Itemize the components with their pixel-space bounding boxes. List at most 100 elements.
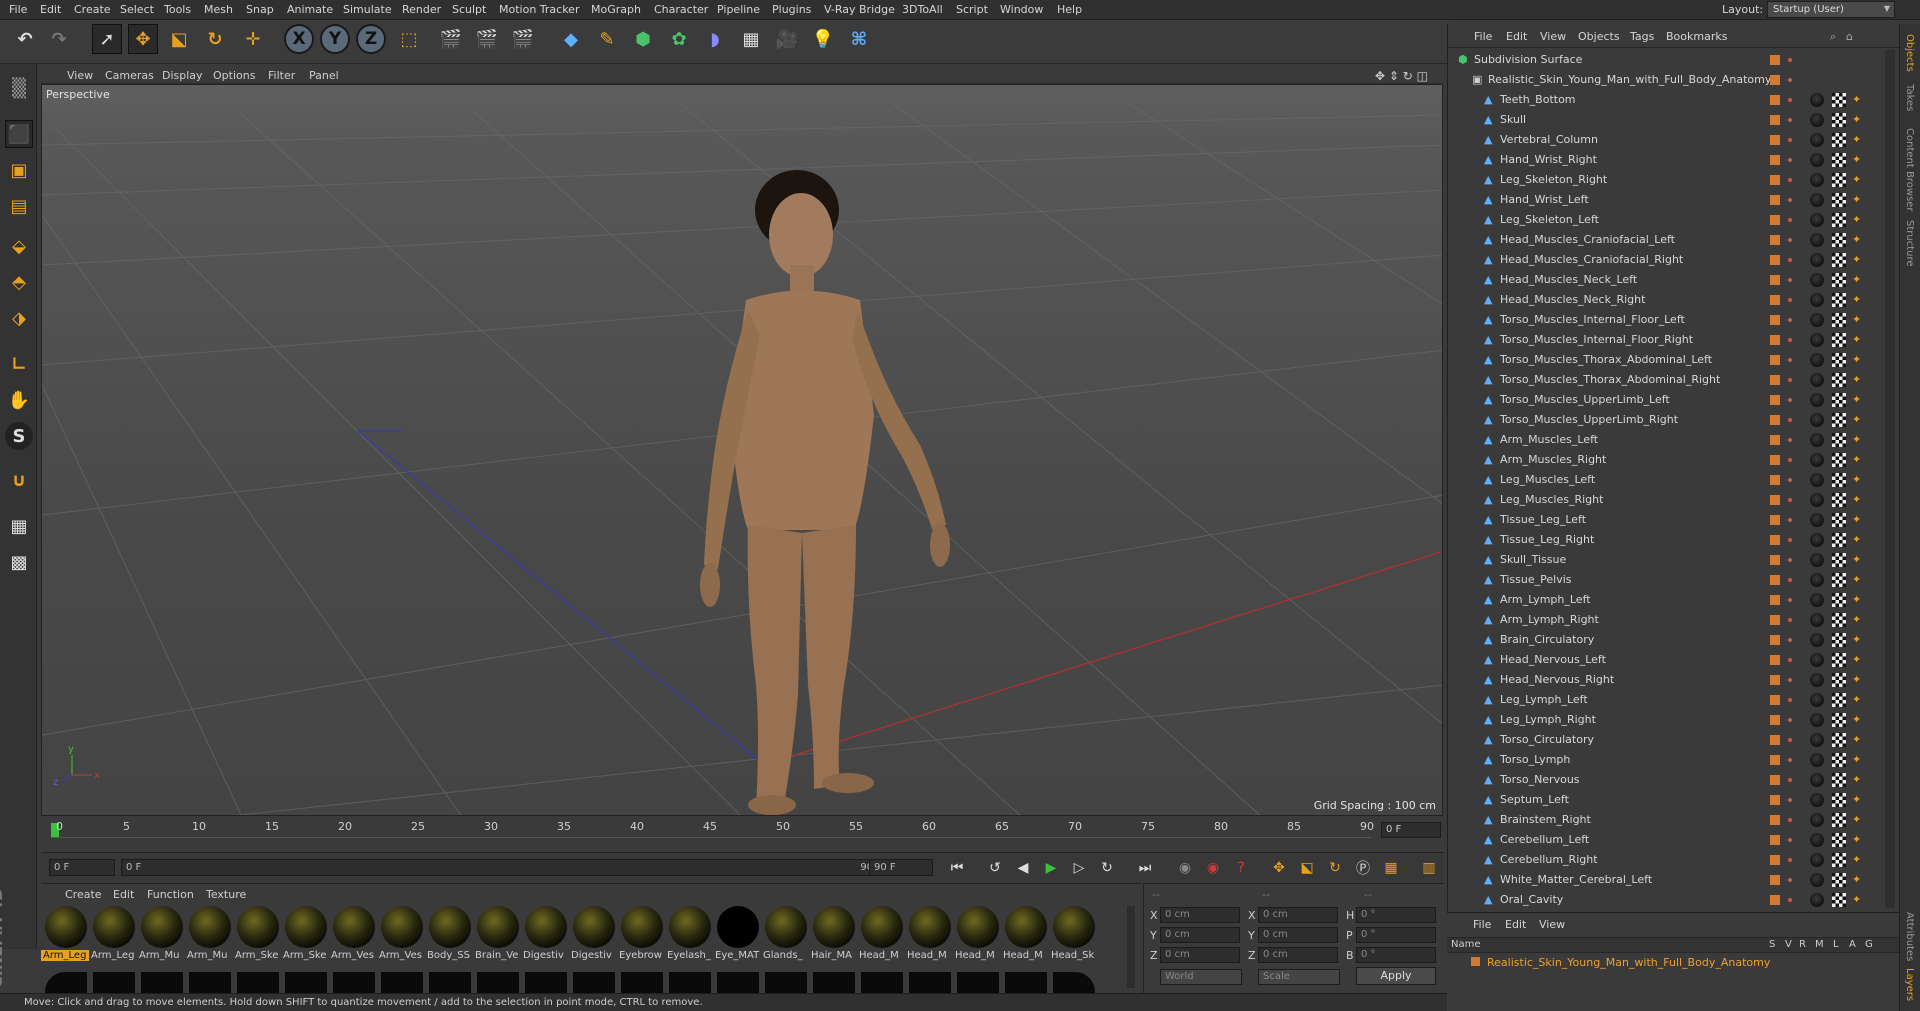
x-axis-lock-icon[interactable]: X [284,24,314,54]
tab-layers[interactable]: Layers [1904,968,1915,1001]
phong-tag-icon[interactable]: ✦ [1852,434,1864,446]
layout-select[interactable]: Startup (User) ▼ [1767,1,1895,18]
object-row[interactable]: ▲ Head_Muscles_Neck_Left ✦ [1448,270,1878,290]
layer-row[interactable]: Realistic_Skin_Young_Man_with_Full_Body_… [1447,954,1899,972]
search-icon[interactable]: ⌕ [1830,30,1836,44]
layer-color-icon[interactable] [1770,775,1780,785]
camera-icon[interactable]: 🎥 [772,24,802,54]
goto-end-icon[interactable]: ⏭ [1135,858,1155,878]
phong-tag-icon[interactable]: ✦ [1852,654,1864,666]
visibility-dot-icon[interactable] [1788,318,1792,322]
layer-color-icon[interactable] [1770,95,1780,105]
live-selection-icon[interactable]: ➚ [92,24,122,54]
object-row[interactable]: ▲ Torso_Muscles_Thorax_Abdominal_Right ✦ [1448,370,1878,390]
uvw-tag-icon[interactable] [1832,313,1846,327]
size-z-field[interactable]: 0 cm [1258,947,1338,963]
current-frame-field[interactable]: 0 F [1381,822,1441,838]
uvw-tag-icon[interactable] [1832,413,1846,427]
material-tag-icon[interactable] [1810,893,1824,907]
material-tag-icon[interactable] [1810,773,1824,787]
object-row[interactable]: ▲ Arm_Muscles_Left ✦ [1448,430,1878,450]
material-tag-icon[interactable] [1810,213,1824,227]
layer-color-icon[interactable] [1770,895,1780,905]
material-tag-icon[interactable] [1810,193,1824,207]
menu-tools[interactable]: Tools [164,3,191,16]
object-row[interactable]: ▲ Head_Muscles_Craniofacial_Left ✦ [1448,230,1878,250]
play-icon[interactable]: ▶ [1041,858,1061,878]
object-row[interactable]: ▲ Vertebral_Column ✦ [1448,130,1878,150]
visibility-dot-icon[interactable] [1788,458,1792,462]
layer-color-icon[interactable] [1770,455,1780,465]
layer-color-icon[interactable] [1770,215,1780,225]
viewport-nav-icons[interactable]: ✥ ⇕ ↻ ◫ [1375,69,1428,83]
phong-tag-icon[interactable]: ✦ [1852,714,1864,726]
subdivision-generator-icon[interactable]: ⬢ [628,24,658,54]
phong-tag-icon[interactable]: ✦ [1852,774,1864,786]
material-swatch[interactable]: Body_SS [425,906,473,964]
visibility-dot-icon[interactable] [1788,78,1792,82]
material-swatch[interactable]: Arm_Ves [329,906,377,964]
visibility-dot-icon[interactable] [1788,418,1792,422]
scale-dropdown[interactable]: Scale [1258,969,1340,985]
menu-select[interactable]: Select [120,3,154,16]
menu-mesh[interactable]: Mesh [204,3,233,16]
material-tag-icon[interactable] [1810,473,1824,487]
visibility-dot-icon[interactable] [1788,678,1792,682]
layer-color-icon[interactable] [1770,275,1780,285]
visibility-dot-icon[interactable] [1788,618,1792,622]
key-parameter-icon[interactable]: Ⓟ [1353,858,1373,878]
material-tag-icon[interactable] [1810,873,1824,887]
layer-color-icon[interactable] [1770,395,1780,405]
phong-tag-icon[interactable]: ✦ [1852,814,1864,826]
object-row[interactable]: ▲ Torso_Circulatory ✦ [1448,730,1878,750]
visibility-dot-icon[interactable] [1788,98,1792,102]
material-tag-icon[interactable] [1810,393,1824,407]
object-row[interactable]: ▲ Septum_Left ✦ [1448,790,1878,810]
material-swatch[interactable]: Eyebrow [617,906,665,964]
material-swatch[interactable]: Digestiv [569,906,617,964]
phong-tag-icon[interactable]: ✦ [1852,374,1864,386]
uvw-tag-icon[interactable] [1832,713,1846,727]
layer-color-icon[interactable] [1770,155,1780,165]
uvw-tag-icon[interactable] [1832,213,1846,227]
uvw-tag-icon[interactable] [1832,873,1846,887]
cloner-icon[interactable]: ✿ [664,24,694,54]
layer-color-icon[interactable] [1770,555,1780,565]
uvw-tag-icon[interactable] [1832,133,1846,147]
solo-mode-icon[interactable]: S [5,422,33,450]
object-row[interactable]: ▲ Torso_Muscles_Internal_Floor_Right ✦ [1448,330,1878,350]
phong-tag-icon[interactable]: ✦ [1852,614,1864,626]
material-menu-edit[interactable]: Edit [113,888,134,901]
layer-color-icon[interactable] [1770,255,1780,265]
material-swatch[interactable]: Head_Sk [1049,906,1097,964]
uvw-tag-icon[interactable] [1832,753,1846,767]
layer-color-icon[interactable] [1770,655,1780,665]
rotation-h-field[interactable]: 0 ° [1356,907,1436,923]
uvw-tag-icon[interactable] [1832,433,1846,447]
object-row[interactable]: ▲ Leg_Lymph_Right ✦ [1448,710,1878,730]
material-tag-icon[interactable] [1810,153,1824,167]
uvw-tag-icon[interactable] [1832,293,1846,307]
uvw-tag-icon[interactable] [1832,553,1846,567]
goto-start-icon[interactable]: ⏮ [947,858,967,878]
points-mode-icon[interactable]: ⬙ [5,232,33,260]
visibility-dot-icon[interactable] [1788,878,1792,882]
phong-tag-icon[interactable]: ✦ [1852,294,1864,306]
uvw-tag-icon[interactable] [1832,333,1846,347]
layer-color-icon[interactable] [1770,875,1780,885]
material-swatch[interactable]: Head_M [953,906,1001,964]
phong-tag-icon[interactable]: ✦ [1852,274,1864,286]
layer-color-icon[interactable] [1770,235,1780,245]
uvw-tag-icon[interactable] [1832,593,1846,607]
material-swatch[interactable]: Eye_MAT [713,906,761,964]
layer-color-icon[interactable] [1770,695,1780,705]
next-key-icon[interactable]: ↻ [1097,858,1117,878]
material-tag-icon[interactable] [1810,833,1824,847]
visibility-dot-icon[interactable] [1788,118,1792,122]
render-settings-icon[interactable]: 🎬 [508,24,538,54]
layer-color-icon[interactable] [1770,635,1780,645]
object-row[interactable]: ▲ Head_Muscles_Neck_Right ✦ [1448,290,1878,310]
phong-tag-icon[interactable]: ✦ [1852,214,1864,226]
phong-tag-icon[interactable]: ✦ [1852,154,1864,166]
material-swatch[interactable]: Eyelash_ [665,906,713,964]
